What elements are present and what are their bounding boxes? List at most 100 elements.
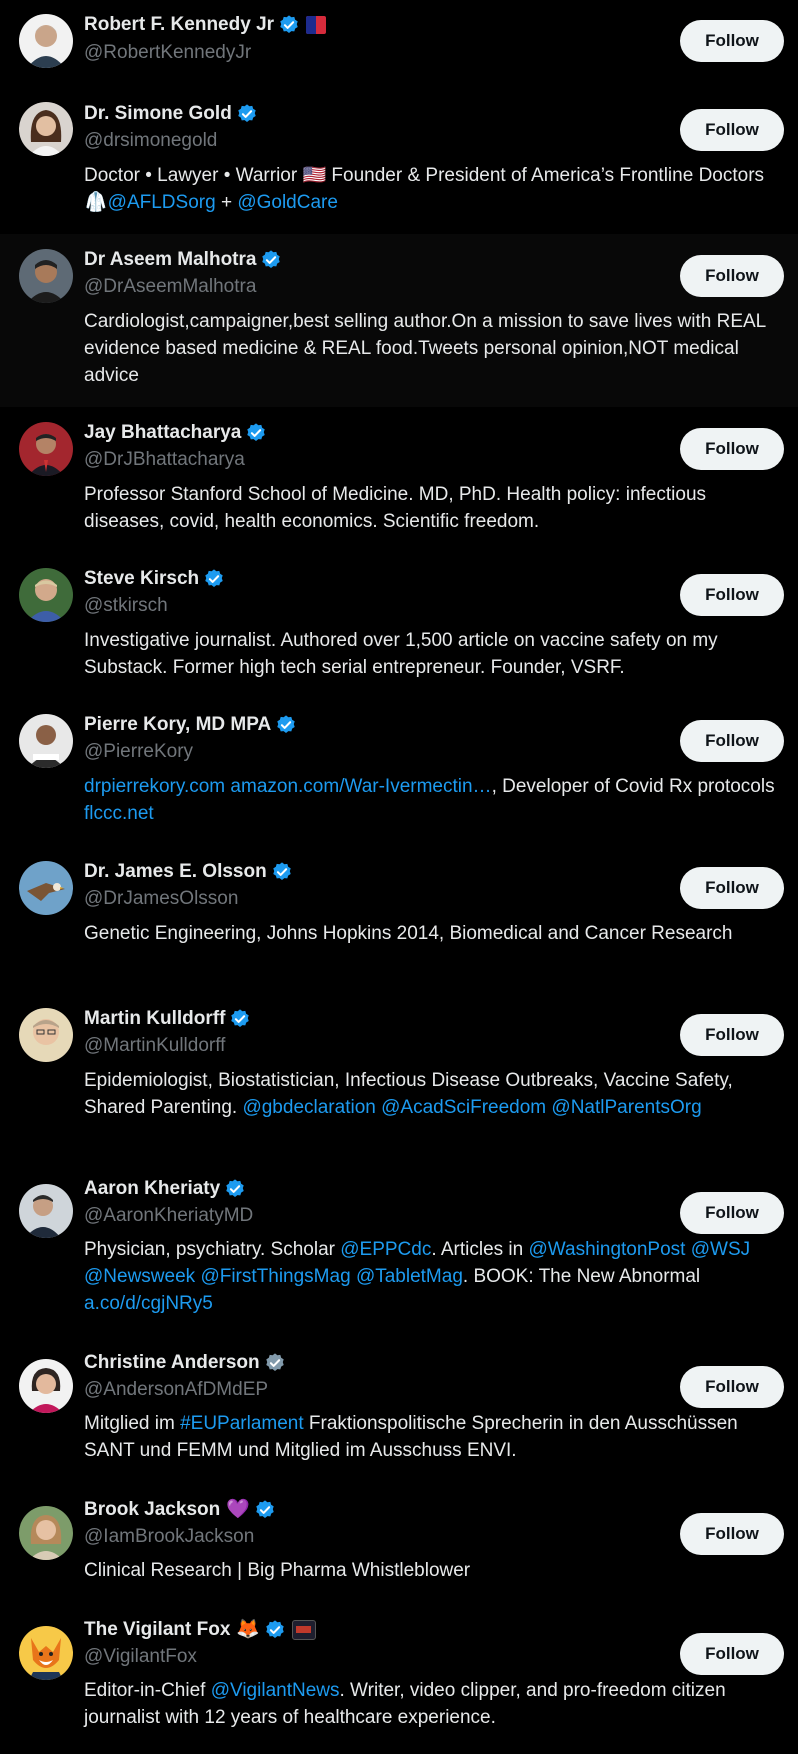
user-handle: @RobertKennedyJr	[84, 42, 252, 63]
display-name[interactable]: Dr. James E. Olsson	[84, 861, 267, 883]
verified-badge-icon	[264, 1619, 286, 1641]
user-bio: Genetic Engineering, Johns Hopkins 2014,…	[84, 920, 784, 947]
bio-text: . BOOK: The New Abnormal	[462, 1266, 701, 1287]
user-row-andersonafdmdep[interactable]: Christine Anderson @AndersonAfDMdEP Mitg…	[0, 1340, 798, 1487]
bio-link[interactable]: @gbdeclaration	[242, 1097, 375, 1118]
bio-link[interactable]: amazon.com/War-Ivermectin…	[230, 776, 491, 797]
bio-link[interactable]: @AcadSciFreedom	[381, 1097, 546, 1118]
verified-badge-icon	[229, 1008, 251, 1030]
follow-button[interactable]: Follow	[680, 1633, 784, 1675]
bio-text: Mitglied im	[84, 1413, 181, 1434]
display-name[interactable]: Dr Aseem Malhotra	[84, 249, 256, 271]
verified-badge-gray-icon	[264, 1352, 286, 1374]
avatar[interactable]	[19, 249, 73, 303]
bio-text: +	[215, 192, 238, 213]
user-row-iambrookjackson[interactable]: Brook Jackson 💜 @IamBrookJackson Clinica…	[0, 1487, 798, 1607]
avatar[interactable]	[19, 1506, 73, 1560]
bio-link[interactable]: @NatlParentsOrg	[551, 1097, 701, 1118]
name-line: Steve Kirsch	[84, 566, 225, 592]
user-bio: Mitglied im #EUParlament Fraktionspoliti…	[84, 1410, 784, 1464]
bio-text: . Articles in	[431, 1239, 529, 1260]
display-name[interactable]: Dr. Simone Gold	[84, 103, 232, 125]
display-name[interactable]: Steve Kirsch	[84, 568, 199, 590]
bio-link[interactable]: #EUParlament	[180, 1413, 304, 1434]
follow-button[interactable]: Follow	[680, 1366, 784, 1408]
follow-button[interactable]: Follow	[680, 720, 784, 762]
avatar[interactable]	[19, 14, 73, 68]
user-row-vigilantfox[interactable]: The Vigilant Fox 🦊 @VigilantFox Editor-i…	[0, 1607, 798, 1754]
bio-text: Cardiologist,campaigner,best selling aut…	[84, 311, 766, 386]
avatar[interactable]	[19, 568, 73, 622]
bio-link[interactable]: a.co/d/cgjNRy5	[84, 1293, 213, 1314]
user-row-draseemmalhotra[interactable]: Dr Aseem Malhotra @DrAseemMalhotra Cardi…	[0, 234, 798, 407]
display-name[interactable]: Aaron Kheriaty	[84, 1178, 220, 1200]
user-row-aaronkheriatymd[interactable]: Aaron Kheriaty @AaronKheriatyMD Physicia…	[0, 1166, 798, 1340]
follow-button[interactable]: Follow	[680, 574, 784, 616]
bio-link[interactable]: drpierrekory.com	[84, 776, 225, 797]
bio-link[interactable]: @WSJ	[691, 1239, 750, 1260]
bio-link[interactable]: @AFLDSorg	[108, 192, 216, 213]
follow-button[interactable]: Follow	[680, 1192, 784, 1234]
display-name[interactable]: The Vigilant Fox	[84, 1619, 230, 1641]
display-name[interactable]: Brook Jackson	[84, 1499, 220, 1521]
bio-link[interactable]: @GoldCare	[237, 192, 338, 213]
bio-link[interactable]: @VigilantNews	[211, 1680, 340, 1701]
user-handle: @IamBrookJackson	[84, 1526, 255, 1547]
follow-button[interactable]: Follow	[680, 428, 784, 470]
name-line: Dr. Simone Gold	[84, 101, 258, 127]
campaign-flag-icon	[306, 16, 327, 34]
display-name[interactable]: Robert F. Kennedy Jr	[84, 14, 274, 36]
avatar[interactable]	[19, 861, 73, 915]
display-name[interactable]: Christine Anderson	[84, 1352, 260, 1374]
display-name[interactable]: Pierre Kory, MD MPA	[84, 714, 271, 736]
follow-button[interactable]: Follow	[680, 867, 784, 909]
user-row-drjbhattacharya[interactable]: Jay Bhattacharya @DrJBhattacharya Profes…	[0, 407, 798, 553]
name-line: Robert F. Kennedy Jr	[84, 12, 327, 38]
follow-button[interactable]: Follow	[680, 1513, 784, 1555]
bio-text: Clinical Research | Big Pharma Whistlebl…	[84, 1560, 471, 1581]
user-bio: Doctor • Lawyer • Warrior 🇺🇸 Founder & P…	[84, 162, 784, 216]
user-handle: @stkirsch	[84, 595, 168, 616]
bio-link[interactable]: @Newsweek	[84, 1266, 195, 1287]
user-row-martinkulldorff[interactable]: Martin Kulldorff @MartinKulldorff Epidem…	[0, 993, 798, 1166]
avatar[interactable]	[19, 1008, 73, 1062]
user-row-stkirsch[interactable]: Steve Kirsch @stkirsch Investigative jou…	[0, 553, 798, 699]
avatar[interactable]	[19, 714, 73, 768]
bio-link[interactable]: @FirstThingsMag	[200, 1266, 350, 1287]
user-bio: Clinical Research | Big Pharma Whistlebl…	[84, 1557, 784, 1584]
user-row-drsimonegold[interactable]: Dr. Simone Gold @drsimonegold Doctor • L…	[0, 88, 798, 234]
user-bio: Cardiologist,campaigner,best selling aut…	[84, 308, 784, 389]
verified-badge-icon	[203, 568, 225, 590]
follow-button[interactable]: Follow	[680, 20, 784, 62]
avatar[interactable]	[19, 102, 73, 156]
user-row-robertkennedyjr[interactable]: Robert F. Kennedy Jr @RobertKennedyJr Fo…	[0, 0, 798, 88]
bio-text: Investigative journalist. Authored over …	[84, 630, 718, 678]
follow-button[interactable]: Follow	[680, 1014, 784, 1056]
follow-button[interactable]: Follow	[680, 109, 784, 151]
verified-badge-icon	[260, 249, 282, 271]
avatar[interactable]	[19, 422, 73, 476]
who-to-follow-list: Robert F. Kennedy Jr @RobertKennedyJr Fo…	[0, 0, 798, 1754]
avatar[interactable]	[19, 1626, 73, 1680]
user-handle: @DrJamesOlsson	[84, 888, 239, 909]
bio-link[interactable]: @EPPCdc	[340, 1239, 431, 1260]
display-name[interactable]: Jay Bhattacharya	[84, 422, 241, 444]
avatar[interactable]	[19, 1184, 73, 1238]
verified-badge-icon	[254, 1499, 276, 1521]
bio-link[interactable]: @WashingtonPost	[529, 1239, 686, 1260]
bio-text: , Developer of Covid Rx protocols	[491, 776, 775, 797]
display-name[interactable]: Martin Kulldorff	[84, 1008, 225, 1030]
bio-text: Professor Stanford School of Medicine. M…	[84, 484, 707, 532]
verified-badge-icon	[224, 1178, 246, 1200]
follow-button[interactable]: Follow	[680, 255, 784, 297]
bio-link[interactable]: flccc.net	[84, 803, 154, 824]
bio-link[interactable]: @TabletMag	[356, 1266, 463, 1287]
user-bio: Professor Stanford School of Medicine. M…	[84, 481, 784, 535]
user-handle: @AndersonAfDMdEP	[84, 1379, 269, 1400]
user-bio: Editor-in-Chief @VigilantNews. Writer, v…	[84, 1677, 784, 1731]
user-row-drjamesolsson[interactable]: Dr. James E. Olsson @DrJamesOlsson Genet…	[0, 846, 798, 993]
verified-badge-icon	[245, 422, 267, 444]
user-bio: Investigative journalist. Authored over …	[84, 627, 784, 681]
user-row-pierrekory[interactable]: Pierre Kory, MD MPA @PierreKory drpierre…	[0, 699, 798, 846]
avatar[interactable]	[19, 1359, 73, 1413]
